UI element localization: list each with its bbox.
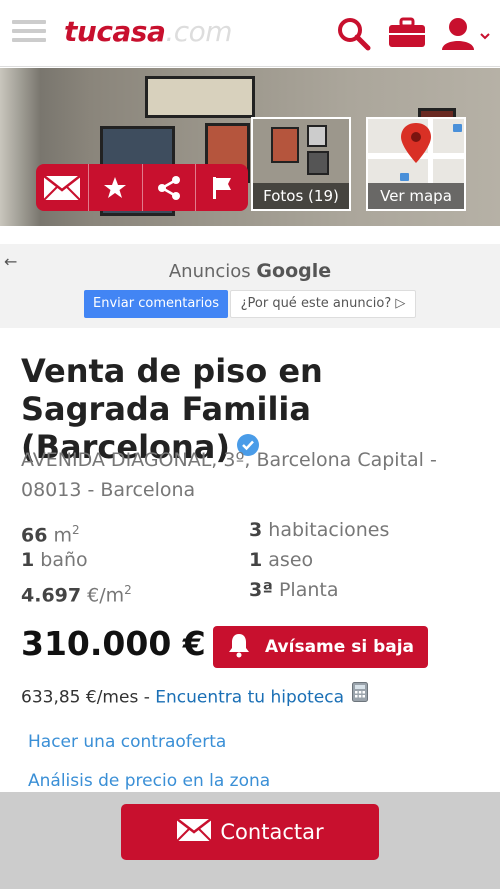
bathrooms-stat: 1 baño: [21, 549, 88, 571]
contact-button[interactable]: Contactar: [121, 804, 379, 860]
framed-picture: [307, 151, 329, 175]
bedrooms-stat: 3 habitaciones: [249, 519, 390, 541]
photos-label: Fotos (19): [253, 183, 349, 209]
user-icon[interactable]: [440, 16, 492, 56]
ads-section: ← Anuncios Google Enviar comentarios ¿Po…: [0, 244, 500, 328]
star-icon[interactable]: [89, 164, 143, 211]
why-this-ad-button[interactable]: ¿Por qué este anuncio? ▷: [230, 290, 416, 318]
price-alert-label: Avísame si baja: [265, 637, 415, 657]
framed-picture: [271, 127, 299, 163]
photos-thumbnail[interactable]: Fotos (19): [251, 117, 351, 211]
listing-price: 310.000 €: [21, 624, 206, 663]
toilets-stat: 1 aseo: [249, 549, 314, 571]
map-label: Ver mapa: [368, 183, 464, 209]
sticky-footer: Contactar: [0, 792, 500, 889]
price-per-m2-stat: 4.697 €/m2: [21, 583, 132, 607]
counteroffer-link[interactable]: Hacer una contraoferta: [28, 732, 226, 752]
listing-address: AVENIDA DIAGONAL, 3º, Barcelona Capital …: [21, 449, 437, 501]
send-feedback-button[interactable]: Enviar comentarios: [84, 290, 228, 318]
calculator-icon[interactable]: [352, 682, 369, 707]
mail-icon: [176, 817, 213, 847]
monthly-payment: 633,85 €/mes - Encuentra tu hipoteca: [21, 682, 369, 710]
door-frame: [0, 68, 40, 226]
logo[interactable]: tucasa.com: [64, 15, 233, 48]
mail-icon[interactable]: [36, 164, 90, 211]
flag-icon[interactable]: [196, 164, 248, 211]
framed-picture: [307, 125, 327, 147]
map-pin-icon: [368, 119, 464, 183]
framed-picture: [145, 76, 255, 118]
mortgage-link[interactable]: Encuentra tu hipoteca: [155, 688, 344, 708]
share-icon[interactable]: [143, 164, 196, 211]
listing-actions: [36, 164, 248, 211]
app-header: tucasa.com: [0, 0, 500, 67]
ads-title: Anuncios Google: [168, 260, 332, 282]
briefcase-icon[interactable]: [388, 16, 426, 54]
search-icon[interactable]: [336, 16, 372, 56]
price-alert-button[interactable]: Avísame si baja: [213, 626, 428, 668]
contact-label: Contactar: [220, 820, 324, 844]
price-analysis-link[interactable]: Análisis de precio en la zona: [28, 771, 270, 791]
bell-icon: [227, 632, 251, 663]
map-thumbnail[interactable]: Ver mapa: [366, 117, 466, 211]
menu-icon[interactable]: [12, 20, 46, 50]
floor-stat: 3ª Planta: [249, 579, 339, 601]
